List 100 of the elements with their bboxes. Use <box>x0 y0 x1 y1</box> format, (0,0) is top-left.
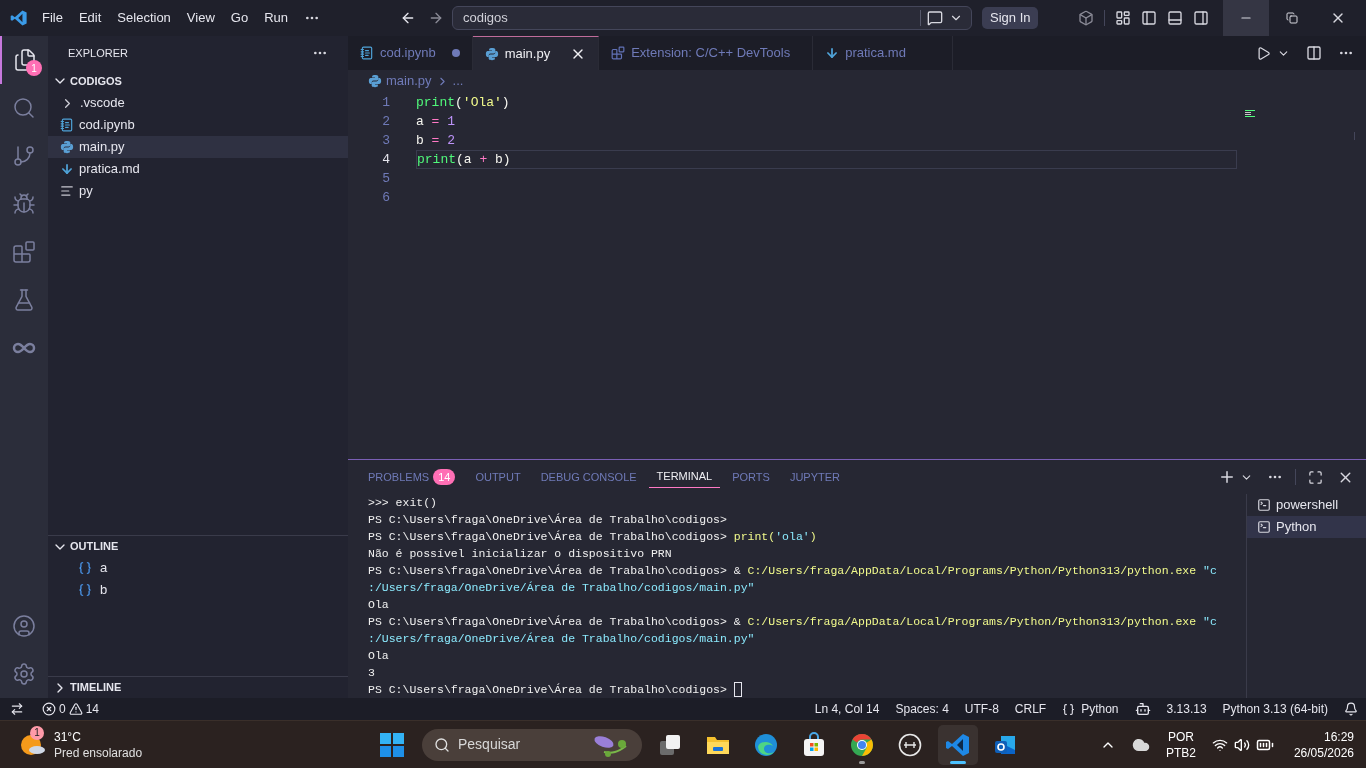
menu-item[interactable]: File <box>34 8 71 28</box>
code-line[interactable]: a = 1 <box>416 112 1237 131</box>
outline-item[interactable]: a <box>48 557 348 579</box>
panel-tab[interactable]: PORTS <box>724 466 778 488</box>
section-header[interactable]: OUTLINE <box>48 535 348 557</box>
error-icon[interactable] <box>42 702 56 716</box>
split-editor-icon[interactable] <box>1306 45 1322 61</box>
error-count[interactable]: 0 <box>59 700 66 718</box>
terminal-line: :/Users/fraga/OneDrive/Área de Trabalho/codigos/main.py" <box>368 630 755 647</box>
search-field[interactable]: codigos <box>452 6 972 30</box>
editor-tab[interactable]: main.py <box>472 36 600 70</box>
warning-icon[interactable] <box>68 702 83 716</box>
breadcrumb-item[interactable]: main.py <box>386 71 432 91</box>
clock[interactable]: 16:29 26/05/2026 <box>1293 728 1354 761</box>
line-number: 4 <box>381 150 390 169</box>
run-icon[interactable] <box>1256 45 1271 61</box>
terminal-line: PS C:\Users\fraga\OneDrive\Área de Trabalho\codigos> <box>368 681 728 698</box>
count-badge: 14 <box>433 468 456 486</box>
language-indicator[interactable]: POR PTB2 <box>1165 728 1196 761</box>
braces-icon[interactable] <box>1062 702 1076 716</box>
section-title: OUTLINE <box>70 539 119 555</box>
status-item[interactable]: UTF-8 <box>956 700 1007 718</box>
down-arrow-icon <box>60 162 74 176</box>
code-line[interactable]: b = 2 <box>416 131 1237 150</box>
status-item[interactable]: 3.13.13 <box>1158 700 1215 718</box>
maximize-icon[interactable] <box>1308 469 1323 485</box>
terminal-line: PS C:\Users\fraga\OneDrive\Área de Trabalho\codigos> print('ola') <box>368 528 817 545</box>
notebook-icon <box>60 118 74 132</box>
editor-tab[interactable]: cod.ipynb <box>348 36 473 70</box>
tree-row[interactable]: py <box>48 180 348 202</box>
weather-widget[interactable]: 1 31°C Pred ensolarado <box>20 728 360 761</box>
terminal-line: PS C:\Users\fraga\OneDrive\Área de Trabalho\codigos> & C:/Users/fraga/AppData/Local/Programs/Python/Python313/python.exe "c <box>368 613 1217 630</box>
breadcrumb-item[interactable]: ... <box>452 71 464 91</box>
menu-item[interactable]: Go <box>222 8 257 28</box>
terminal-list-item[interactable]: powershell <box>1247 494 1366 516</box>
tree-row[interactable]: .vscode <box>48 92 348 114</box>
bell-icon[interactable] <box>1344 702 1358 716</box>
robot-icon[interactable] <box>1134 701 1151 717</box>
restore-icon[interactable] <box>1286 12 1299 24</box>
layout-icon[interactable] <box>1115 10 1132 26</box>
notification-badge: 1 <box>26 60 42 76</box>
branch-icon <box>12 144 36 168</box>
terminal-line: :/Users/fraga/OneDrive/Área de Trabalho/codigos/main.py" <box>368 579 755 596</box>
warning-count[interactable]: 14 <box>85 700 100 718</box>
menu-item[interactable]: Run <box>256 8 296 28</box>
chat-icon[interactable] <box>927 10 943 26</box>
terminal-line: >>> exit() <box>368 494 437 511</box>
python-icon <box>368 74 382 88</box>
tree-row[interactable]: cod.ipynb <box>48 114 348 136</box>
language-status[interactable]: Python <box>1081 700 1119 718</box>
folder-name: CODIGOS <box>70 73 122 89</box>
forward-arrow-icon[interactable] <box>428 10 444 26</box>
status-item[interactable]: Spaces: 4 <box>887 700 957 718</box>
tree-row[interactable]: pratica.md <box>48 158 348 180</box>
panel-left-icon[interactable] <box>1141 10 1158 26</box>
terminal-line: Ola <box>368 596 389 613</box>
editor-tab[interactable]: pratica.md <box>813 36 954 70</box>
plus-icon[interactable] <box>1218 468 1236 486</box>
back-arrow-icon[interactable] <box>400 10 416 26</box>
start-icon[interactable] <box>380 732 404 757</box>
terminal-line: Não é possível inicializar o dispositivo PRN <box>368 545 672 562</box>
code-line[interactable]: print('Ola') <box>416 93 1237 112</box>
panel-tab[interactable]: DEBUG CONSOLE <box>532 466 645 488</box>
folder-header[interactable]: CODIGOS <box>48 70 348 92</box>
taskbar-search-field[interactable]: Pesquisar <box>422 728 642 761</box>
bug-icon <box>12 192 36 216</box>
panel-right-icon[interactable] <box>1193 10 1210 26</box>
chrome-icon <box>849 731 875 758</box>
line-number: 1 <box>381 93 390 112</box>
menu-item[interactable]: View <box>178 8 223 28</box>
temperature-text: 31°C <box>54 728 82 745</box>
panel-tab[interactable]: JUPYTER <box>781 466 849 488</box>
sign-in-button[interactable]: Sign In <box>982 7 1039 29</box>
panel-tab[interactable]: TERMINAL <box>648 466 721 488</box>
notification-badge: 1 <box>30 725 44 740</box>
files-icon <box>13 48 37 72</box>
menu-item[interactable]: Selection <box>109 8 179 28</box>
volume-icon[interactable] <box>1233 736 1250 753</box>
cube-icon[interactable] <box>1078 10 1095 26</box>
taskbar-app[interactable] <box>938 724 978 765</box>
vscode-logo-icon <box>10 9 28 27</box>
edge-icon <box>753 731 779 758</box>
account-icon <box>12 614 36 638</box>
panel-tab[interactable]: PROBLEMS 14 <box>360 466 464 488</box>
panel-bottom-icon[interactable] <box>1167 10 1184 26</box>
vscode-icon <box>945 731 971 758</box>
tree-row[interactable]: main.py <box>48 136 348 158</box>
outline-item[interactable]: b <box>48 579 348 601</box>
status-item[interactable]: CRLF <box>1006 700 1055 718</box>
status-item[interactable]: Ln 4, Col 14 <box>806 700 888 718</box>
status-item[interactable]: Python 3.13 (64-bit) <box>1214 700 1336 718</box>
menu-item[interactable]: Edit <box>70 8 110 28</box>
notebook-icon <box>360 46 374 60</box>
editor-tab[interactable]: Extension: C/C++ DevTools <box>599 36 814 70</box>
section-title: TIMELINE <box>70 680 122 696</box>
panel-tab[interactable]: OUTPUT <box>467 466 529 488</box>
arrows-icon[interactable] <box>10 702 24 716</box>
sidebar-title: EXPLORER <box>68 45 128 61</box>
flask-icon <box>12 288 36 312</box>
terminal-list-item[interactable]: Python <box>1247 516 1366 538</box>
